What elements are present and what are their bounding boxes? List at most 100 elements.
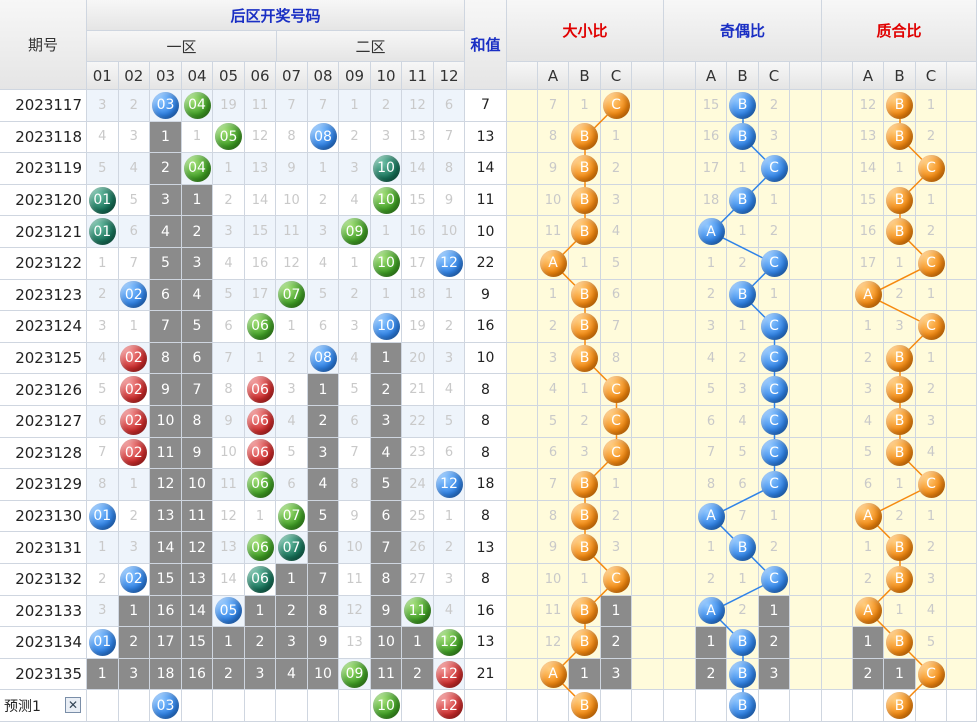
number-ball: 03 (152, 91, 179, 119)
number-cell: 12 (434, 658, 465, 691)
number-cell: 1 (118, 595, 150, 628)
size-pad (507, 153, 538, 185)
size-pad-right (632, 406, 664, 438)
header-zone1: 一区 (87, 31, 277, 62)
parity-pad-right (790, 248, 822, 280)
number-cell: 8 (308, 595, 339, 628)
size-cell: 2 (601, 500, 632, 533)
parity-cell: 6 (727, 469, 759, 501)
prime-cell: 2 (916, 121, 947, 154)
row-period: 2023124 (0, 311, 87, 343)
prime-cell: 2 (916, 532, 947, 564)
number-ball: 06 (246, 439, 274, 467)
header-odd-even-pad-right (790, 62, 822, 90)
parity-pad-right (790, 500, 822, 533)
number-cell: 1 (245, 500, 276, 533)
row-period: 2023120 (0, 184, 87, 217)
parity-pad (664, 90, 696, 122)
prime-cell: 6 (853, 469, 884, 501)
parity-cell: 1 (696, 532, 727, 564)
parity-pad (664, 342, 696, 375)
number-cell: 18 (150, 658, 182, 691)
number-ball: 07 (278, 534, 305, 562)
size-cell: 8 (601, 342, 632, 375)
size-pad-right (632, 627, 664, 659)
number-ball: 02 (120, 439, 148, 467)
number-cell: 3 (339, 153, 371, 185)
parity-cell: 6 (696, 406, 727, 438)
prime-pad (822, 658, 853, 691)
number-cell: 12 (434, 469, 465, 501)
row-sum: 8 (465, 564, 507, 596)
size-cell: 1 (601, 595, 632, 628)
parity-ball: C (760, 565, 788, 593)
number-cell: 06 (245, 406, 276, 438)
number-cell: 3 (339, 311, 371, 343)
number-cell: 2 (339, 121, 371, 154)
prime-cell: 1 (884, 248, 916, 280)
prime-cell: 2 (884, 279, 916, 312)
number-cell: 12 (339, 595, 371, 628)
close-icon[interactable]: ✕ (65, 697, 81, 714)
prime-pad-right (947, 121, 977, 154)
number-cell: 9 (434, 184, 465, 217)
row-sum: 8 (465, 437, 507, 470)
number-ball: 05 (215, 123, 242, 151)
number-ball: 06 (246, 376, 274, 404)
number-cell: 7 (182, 374, 213, 406)
parity-pad-right (790, 153, 822, 185)
prime-pad-right (947, 184, 977, 217)
header-sum: 和值 (465, 0, 507, 90)
header-prime-composite-pad (822, 62, 853, 90)
number-cell: 7 (87, 437, 119, 470)
size-pad (507, 248, 538, 280)
number-cell: 10 (213, 437, 245, 470)
parity-pred-pad-right (790, 690, 822, 722)
size-pred-pad-right (632, 690, 664, 722)
number-cell: 2 (118, 627, 150, 659)
parity-pad (664, 279, 696, 312)
number-cell: 4 (339, 342, 371, 375)
number-cell: 1 (118, 469, 150, 501)
prime-cell: 4 (916, 595, 947, 628)
number-cell: 10 (371, 184, 402, 217)
number-cell: 5 (213, 279, 245, 312)
parity-pad-right (790, 564, 822, 596)
size-cell: 7 (538, 469, 569, 501)
prime-pad (822, 500, 853, 533)
number-cell: 14 (213, 564, 245, 596)
number-cell: 2 (118, 500, 150, 533)
number-cell: 4 (371, 437, 402, 470)
row-period: 2023121 (0, 216, 87, 248)
size-pad (507, 532, 538, 564)
size-pad (507, 121, 538, 154)
parity-pad (664, 121, 696, 154)
number-ball: 06 (246, 407, 274, 435)
number-ball: 06 (246, 470, 274, 498)
prediction-cell: 12 (434, 690, 465, 722)
number-cell: 27 (402, 564, 434, 596)
number-cell: 02 (118, 406, 150, 438)
size-cell: 3 (601, 532, 632, 564)
number-cell: 11 (182, 500, 213, 533)
prime-cell: 1 (884, 153, 916, 185)
header-size-ratio-pad-right (632, 62, 664, 90)
parity-cell: 1 (759, 279, 790, 312)
prime-pad (822, 532, 853, 564)
parity-pad-right (790, 374, 822, 406)
parity-pad-right (790, 184, 822, 217)
prime-pad-right (947, 469, 977, 501)
number-cell: 15 (150, 564, 182, 596)
prediction-sum (465, 690, 507, 722)
number-cell: 3 (434, 342, 465, 375)
prime-cell: 14 (853, 153, 884, 185)
prime-pad (822, 595, 853, 628)
number-cell: 3 (87, 311, 119, 343)
row-sum: 8 (465, 406, 507, 438)
prime-prediction-ball: B (886, 692, 913, 720)
prime-cell: 15 (853, 184, 884, 217)
row-period: 2023122 (0, 248, 87, 280)
number-cell: 8 (434, 153, 465, 185)
number-ball: 06 (246, 312, 274, 340)
size-pad-right (632, 342, 664, 375)
